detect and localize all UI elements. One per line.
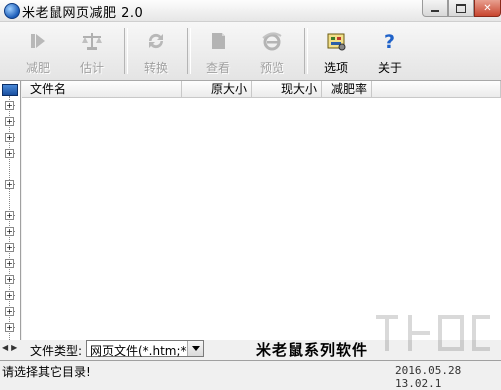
close-button[interactable]: ✕ xyxy=(474,0,501,17)
computer-icon xyxy=(2,84,18,96)
maximize-icon xyxy=(456,3,466,13)
tree-expand-icon[interactable]: + xyxy=(5,101,14,110)
status-message: 请选择其它目录! xyxy=(2,365,91,379)
tree-expand-icon[interactable]: + xyxy=(5,291,14,300)
directory-tree[interactable]: + + + + + + + + + + + + + xyxy=(0,81,21,340)
view-icon xyxy=(206,29,230,53)
toolbar: 减肥 估计 转换 查看 预览 选项 ? 关于 xyxy=(0,22,501,81)
chevron-down-icon[interactable] xyxy=(187,341,203,356)
close-icon: ✕ xyxy=(483,2,492,14)
about-button[interactable]: ? 关于 xyxy=(364,26,416,76)
title-bar: 米老鼠网页减肥 2.0 ✕ xyxy=(0,0,501,22)
file-list[interactable]: 文件名 原大小 现大小 减肥率 xyxy=(22,81,501,340)
brand-text: 米老鼠系列软件 xyxy=(256,341,369,359)
tree-expand-icon[interactable]: + xyxy=(5,149,14,158)
tree-expand-icon[interactable]: + xyxy=(5,133,14,142)
ie-browser-icon xyxy=(260,29,284,53)
tree-expand-icon[interactable]: + xyxy=(5,227,14,236)
svg-text:?: ? xyxy=(384,31,395,52)
status-bar: 请选择其它目录! 2016.05.28 13.02.1 xyxy=(0,360,501,390)
window-title: 米老鼠网页减肥 2.0 xyxy=(22,6,144,21)
minimize-button[interactable] xyxy=(422,0,448,17)
app-icon xyxy=(4,3,20,19)
slim-button[interactable]: 减肥 xyxy=(12,26,64,76)
file-type-select[interactable]: 网页文件(*.htm;* xyxy=(86,340,204,358)
tree-expand-icon[interactable]: + xyxy=(5,323,14,332)
tree-expand-icon[interactable]: + xyxy=(5,307,14,316)
minimize-icon xyxy=(431,10,439,12)
column-reduction-rate[interactable]: 减肥率 xyxy=(322,81,372,98)
file-type-value: 网页文件(*.htm;* xyxy=(90,344,187,358)
play-icon xyxy=(26,29,50,53)
question-icon: ? xyxy=(378,29,402,53)
estimate-button[interactable]: 估计 xyxy=(66,26,118,76)
preview-button[interactable]: 预览 xyxy=(246,26,298,76)
status-datetime: 2016.05.28 13.02.1 xyxy=(395,364,462,390)
toolbar-separator xyxy=(124,28,128,74)
tree-scroll-arrows[interactable]: ◀▶ xyxy=(2,343,20,352)
tree-expand-icon[interactable]: + xyxy=(5,259,14,268)
view-button[interactable]: 查看 xyxy=(192,26,244,76)
tree-expand-icon[interactable]: + xyxy=(5,275,14,284)
tree-expand-icon[interactable]: + xyxy=(5,180,14,189)
column-filename[interactable]: 文件名 xyxy=(22,81,182,98)
maximize-button[interactable] xyxy=(448,0,474,17)
file-list-header: 文件名 原大小 现大小 减肥率 xyxy=(22,81,501,99)
tree-expand-icon[interactable]: + xyxy=(5,117,14,126)
convert-button[interactable]: 转换 xyxy=(130,26,182,76)
options-button[interactable]: 选项 xyxy=(310,26,362,76)
tree-expand-icon[interactable]: + xyxy=(5,211,14,220)
scale-icon xyxy=(80,29,104,53)
toolbar-separator xyxy=(187,28,191,74)
options-icon xyxy=(324,29,348,53)
bottom-bar: ◀▶ 文件类型: 网页文件(*.htm;* 米老鼠系列软件 xyxy=(0,340,501,359)
toolbar-separator xyxy=(304,28,308,74)
column-filler xyxy=(372,81,501,98)
column-current-size[interactable]: 现大小 xyxy=(252,81,322,98)
refresh-icon xyxy=(144,29,168,53)
file-type-label: 文件类型: xyxy=(30,344,83,358)
column-original-size[interactable]: 原大小 xyxy=(182,81,252,98)
tree-expand-icon[interactable]: + xyxy=(5,243,14,252)
